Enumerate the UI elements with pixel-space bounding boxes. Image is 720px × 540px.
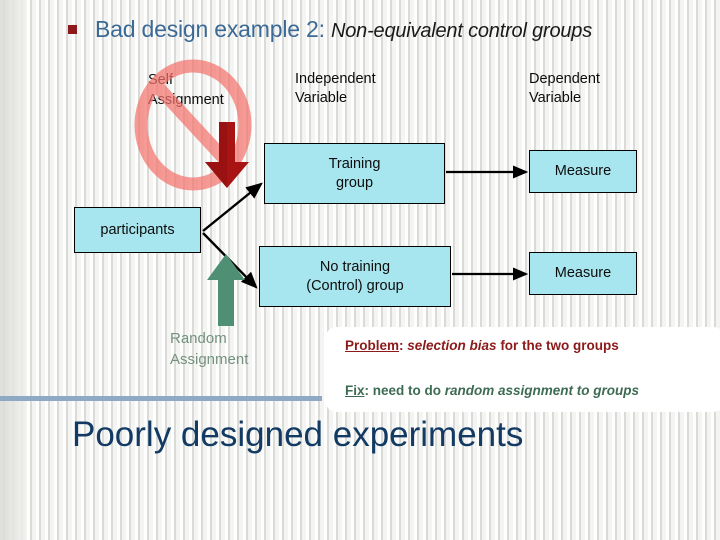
fix-statement: Fix: need to do random assignment to gro…	[345, 383, 639, 398]
slide-canvas: Bad design example 2: Non-equivalent con…	[0, 0, 720, 540]
problem-fix-callout: Problem: selection bias for the two grou…	[325, 327, 720, 412]
self-assignment-label: Self Assignment	[148, 72, 224, 108]
footer-title: Poorly designed experiments	[72, 415, 524, 454]
fix-separator: : need to do	[364, 383, 445, 398]
training-group-box[interactable]: Training group	[264, 143, 445, 204]
fix-emphasis: random assignment to groups	[444, 383, 640, 398]
problem-emphasis: selection bias	[407, 338, 497, 353]
problem-lead: Problem	[345, 338, 400, 353]
horizontal-divider	[0, 396, 322, 401]
control-group-box[interactable]: No training (Control) group	[259, 246, 451, 307]
measure-box-bottom[interactable]: Measure	[529, 252, 637, 295]
down-arrow-icon	[205, 122, 249, 188]
participants-box[interactable]: participants	[74, 207, 201, 253]
measure-box-top[interactable]: Measure	[529, 150, 637, 193]
fix-lead: Fix	[345, 383, 365, 398]
up-arrow-icon	[207, 254, 245, 326]
problem-statement: Problem: selection bias for the two grou…	[345, 338, 619, 353]
random-assignment-label: Random Assignment	[170, 330, 249, 368]
connector-participants-to-training	[202, 182, 263, 232]
problem-tail: for the two groups	[496, 338, 619, 353]
